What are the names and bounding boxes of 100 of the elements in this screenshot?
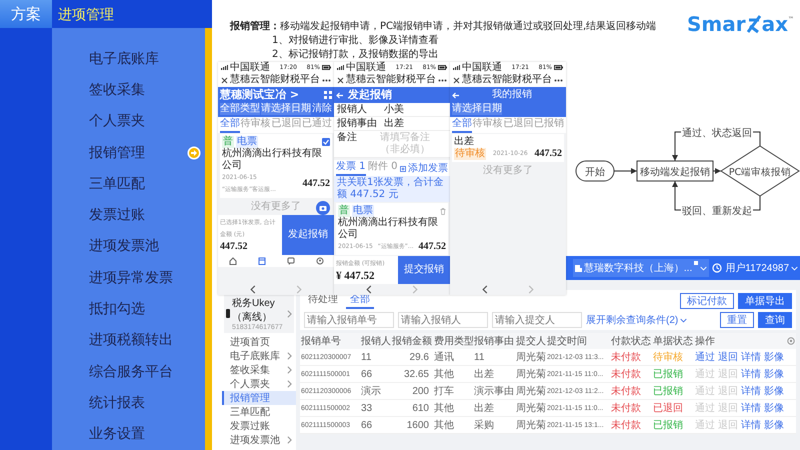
search-field[interactable]: 请输入报销单号 [304,312,394,328]
status-cell: 已退回 [652,400,694,417]
sidebar-item[interactable]: 电子底账库 [222,349,296,363]
sidebar-label: 发票过账 [230,420,270,433]
action-link[interactable]: 退回 [718,350,738,364]
submit-button[interactable]: 提交报销 [398,256,450,284]
table-cell: 周光菊 [515,383,546,400]
action-button[interactable]: 标记付款 [680,292,734,308]
settings-icon[interactable] [787,337,795,345]
menu-item[interactable]: 抵扣勾选 [52,293,205,325]
action-link[interactable]: 影像 [764,384,784,398]
action-link[interactable]: 影像 [764,418,784,432]
more-icon[interactable] [322,78,331,82]
total-amount: ¥ 447.52 [336,270,376,282]
column-header: 报销金额 [391,333,433,349]
phone-tab[interactable]: 待审核 [240,118,271,133]
menu-item[interactable]: 报销管理 [52,136,205,168]
invoice-amount: 447.52 [418,241,446,253]
action-link[interactable]: 详情 [741,418,761,432]
user-icon[interactable] [316,257,324,265]
menu-item[interactable]: 统计报表 [52,387,205,419]
menu-item[interactable]: 业务设置 [52,418,205,450]
more-icon[interactable] [438,78,447,82]
start-node: 开始 [576,160,614,182]
action-button[interactable]: 单据导出 [738,292,792,308]
phone-tab[interactable]: 待审核 [472,118,503,133]
sidebar-item[interactable]: 进项发票池 [222,433,296,447]
submit-button[interactable]: 发起报销 [282,215,334,255]
feature-point: 2、标记报销打款，及报销数据的导出 [272,48,438,62]
filter-chip[interactable]: 请选择日期 [452,103,502,115]
column-header: 报销人 [360,333,391,349]
menu-item[interactable]: 进项税额转出 [52,324,205,356]
org-selector[interactable]: 慧穗测试宝冶 > [220,89,300,101]
sidebar-item[interactable]: 报销管理 [222,391,296,405]
menu-item[interactable]: 个人票夹 [52,106,205,137]
table-cell: 29.6 [391,349,433,366]
menu-item[interactable]: 综合服务平台 [52,356,205,388]
menu-item[interactable]: 电子底账库 [52,43,205,74]
action-link[interactable]: 详情 [741,350,761,364]
menu-item[interactable]: 发票过账 [52,199,205,231]
checkbox[interactable] [322,138,330,146]
grid-icon[interactable] [324,91,332,99]
invoice-summary: 共关联1张发票，合计金额 447.52 元 [334,176,450,202]
home-icon[interactable] [228,257,236,265]
action-link[interactable]: 影像 [764,401,784,415]
sidebar-item[interactable]: 发票过账 [222,419,296,433]
phone-tab[interactable]: 已通过 [302,118,332,133]
sidebar-item[interactable]: 签收采集 [222,363,296,377]
back-chevron-icon[interactable] [250,285,256,294]
category-tab[interactable]: 方案 [0,0,52,28]
add-invoice-link[interactable]: 添加发票 [400,161,448,176]
back-chevron-icon[interactable] [482,285,488,294]
filter-chip[interactable]: 全部类型 [220,103,260,115]
phone-tab[interactable]: 已报销 [534,118,564,133]
sidebar-item[interactable]: 个人票夹 [222,377,296,391]
column-header: 报销单号 [300,333,360,349]
document-icon[interactable] [258,257,266,265]
action-link[interactable]: 影像 [764,367,784,381]
search-field[interactable]: 请输入提交人 [492,312,582,328]
user-menu[interactable]: 用户11724987 [725,261,798,275]
sidebar-item[interactable]: 三单匹配 [222,405,296,419]
close-icon[interactable] [221,76,228,84]
back-arrow-icon[interactable] [452,92,460,98]
signal-icon [221,65,228,70]
more-icon[interactable] [554,78,563,82]
feature-point: 1、对报销进行审批、影像及详情查看 [272,34,438,48]
table-cell: 其他 [433,400,473,417]
invoice-amount: 447.52 [302,178,330,190]
phone-tab[interactable]: 已退回 [503,118,534,133]
back-chevron-icon[interactable] [366,285,372,294]
menu-item[interactable]: 进项发票池 [52,230,205,262]
action-button[interactable]: 查询 [758,312,792,328]
phone-tab[interactable]: 附件 0 [368,161,398,176]
sidebar-item[interactable]: 进项首页 [222,335,296,349]
close-icon[interactable] [453,76,460,84]
chat-icon[interactable] [286,257,294,265]
action-button[interactable]: 重置 [720,312,754,328]
search-field[interactable]: 请输入报销人 [398,312,488,328]
action-link[interactable]: 详情 [741,401,761,415]
table-cell: 周光菊 [515,366,546,383]
expand-filters-link[interactable]: 展开剩余查询条件(2) [586,313,688,327]
menu-item[interactable]: 三单匹配 [52,168,205,200]
menu-item[interactable]: 进项异常发票 [52,262,205,294]
filter-chip[interactable]: 请选择日期 [261,103,311,115]
action-link[interactable]: 影像 [764,350,784,364]
action-link[interactable]: 通过 [695,350,715,364]
table-cell: 32.65 [391,366,433,383]
action-link[interactable]: 详情 [741,367,761,381]
camera-icon[interactable] [316,201,330,215]
clock-icon[interactable] [712,263,722,273]
company-selector[interactable]: 慧瑞数字科技（上海）... [572,259,710,277]
menu-item[interactable]: 签收采集 [52,74,205,106]
phone-tab[interactable]: 已退回 [271,118,302,133]
table-cell: 其他 [433,366,473,383]
device-name: 税务Ukey（离线） [232,296,276,324]
status-tag: 待审核 [454,148,486,160]
close-icon[interactable] [337,76,344,84]
action-link[interactable]: 详情 [741,384,761,398]
back-arrow-icon[interactable] [336,92,344,98]
clear-link[interactable]: 清除 [312,103,332,115]
